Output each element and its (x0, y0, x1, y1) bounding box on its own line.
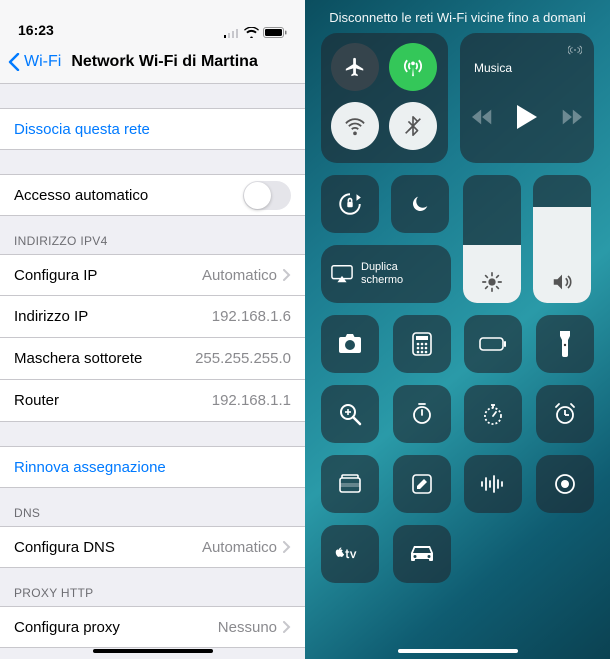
section-dns-header: DNS (0, 488, 305, 526)
flashlight-icon (558, 331, 572, 357)
rewind-button[interactable] (472, 108, 494, 126)
battery-icon (479, 337, 507, 351)
car-icon (409, 544, 435, 564)
alarm-button[interactable] (536, 385, 594, 443)
forget-network-button[interactable]: Dissocia questa rete (0, 108, 305, 150)
auto-join-toggle[interactable] (243, 181, 291, 210)
ip-address-row: Indirizzo IP 192.168.1.6 (0, 296, 305, 338)
section-proxy-header: PROXY HTTP (0, 568, 305, 606)
wallet-button[interactable] (321, 455, 379, 513)
section-ipv4-header: INDIRIZZO IPV4 (0, 216, 305, 254)
stopwatch-button[interactable] (464, 385, 522, 443)
back-button[interactable]: Wi-Fi (8, 53, 61, 71)
status-indicators (224, 27, 287, 38)
battery-icon (263, 27, 287, 38)
play-button[interactable] (516, 105, 538, 129)
brightness-slider[interactable] (463, 175, 521, 303)
configure-dns-row[interactable]: Configura DNS Automatico (0, 526, 305, 568)
wifi-icon (244, 27, 259, 38)
airplane-icon (344, 56, 366, 78)
magnifier-icon (338, 402, 362, 426)
chevron-right-icon (283, 621, 291, 633)
flashlight-button[interactable] (536, 315, 594, 373)
cellular-icon (224, 28, 240, 38)
renew-lease-button[interactable]: Rinnova assegnazione (0, 446, 305, 488)
wifi-button[interactable] (331, 102, 379, 150)
subnet-mask-row: Maschera sottorete 255.255.255.0 (0, 338, 305, 380)
forward-button[interactable] (560, 108, 582, 126)
music-title: Musica (474, 61, 582, 75)
cc-status-text: Disconnetto le reti Wi-Fi vicine fino a … (305, 0, 610, 33)
status-time: 16:23 (18, 22, 54, 38)
screen-mirror-icon (331, 264, 353, 284)
low-power-button[interactable] (464, 315, 522, 373)
calculator-icon (412, 332, 432, 356)
moon-icon (409, 193, 431, 215)
chevron-right-icon (283, 269, 291, 281)
camera-icon (338, 334, 362, 354)
volume-slider[interactable] (533, 175, 591, 303)
volume-icon (551, 271, 573, 293)
apple-tv-button[interactable] (321, 525, 379, 583)
alarm-icon (553, 402, 577, 426)
record-icon (553, 472, 577, 496)
rotation-lock-button[interactable] (321, 175, 379, 233)
connectivity-tile (321, 33, 448, 163)
router-row: Router 192.168.1.1 (0, 380, 305, 422)
antenna-icon (402, 56, 424, 78)
configure-proxy-row[interactable]: Configura proxy Nessuno (0, 606, 305, 648)
screen-mirror-label: Duplicaschermo (361, 261, 403, 287)
auto-join-label: Accesso automatico (14, 187, 148, 204)
timer-button[interactable] (393, 385, 451, 443)
notes-button[interactable] (393, 455, 451, 513)
wallet-icon (338, 474, 362, 494)
wifi-icon (344, 115, 366, 137)
calculator-button[interactable] (393, 315, 451, 373)
home-indicator[interactable] (93, 649, 213, 653)
timer-icon (410, 402, 434, 426)
brightness-icon (481, 271, 503, 293)
voice-memo-button[interactable] (464, 455, 522, 513)
home-indicator[interactable] (398, 649, 518, 653)
notes-icon (411, 473, 433, 495)
configure-ip-row[interactable]: Configura IP Automatico (0, 254, 305, 296)
bluetooth-button[interactable] (389, 102, 437, 150)
screen-mirroring-button[interactable]: Duplicaschermo (321, 245, 451, 303)
page-title: Network Wi-Fi di Martina (71, 53, 258, 71)
rotation-lock-icon (337, 191, 363, 217)
screen-record-button[interactable] (536, 455, 594, 513)
airplay-icon (568, 43, 582, 57)
stopwatch-icon (481, 402, 505, 426)
auto-join-row: Accesso automatico (0, 174, 305, 216)
music-tile[interactable]: Musica (460, 33, 594, 163)
bluetooth-off-icon (402, 115, 424, 137)
magnifier-button[interactable] (321, 385, 379, 443)
airplane-mode-button[interactable] (331, 43, 379, 91)
control-center: Disconnetto le reti Wi-Fi vicine fino a … (305, 0, 610, 659)
cellular-data-button[interactable] (389, 43, 437, 91)
do-not-disturb-button[interactable] (391, 175, 449, 233)
status-bar: 16:23 (0, 0, 305, 40)
back-label: Wi-Fi (24, 53, 61, 71)
chevron-right-icon (283, 541, 291, 553)
nav-bar: Wi-Fi Network Wi-Fi di Martina (0, 40, 305, 84)
camera-button[interactable] (321, 315, 379, 373)
apple-tv-icon (335, 546, 365, 562)
settings-screen: 16:23 Wi-Fi Network Wi-Fi di Martina Dis… (0, 0, 305, 659)
chevron-left-icon (8, 53, 20, 71)
carplay-button[interactable] (393, 525, 451, 583)
waveform-icon (480, 475, 506, 493)
